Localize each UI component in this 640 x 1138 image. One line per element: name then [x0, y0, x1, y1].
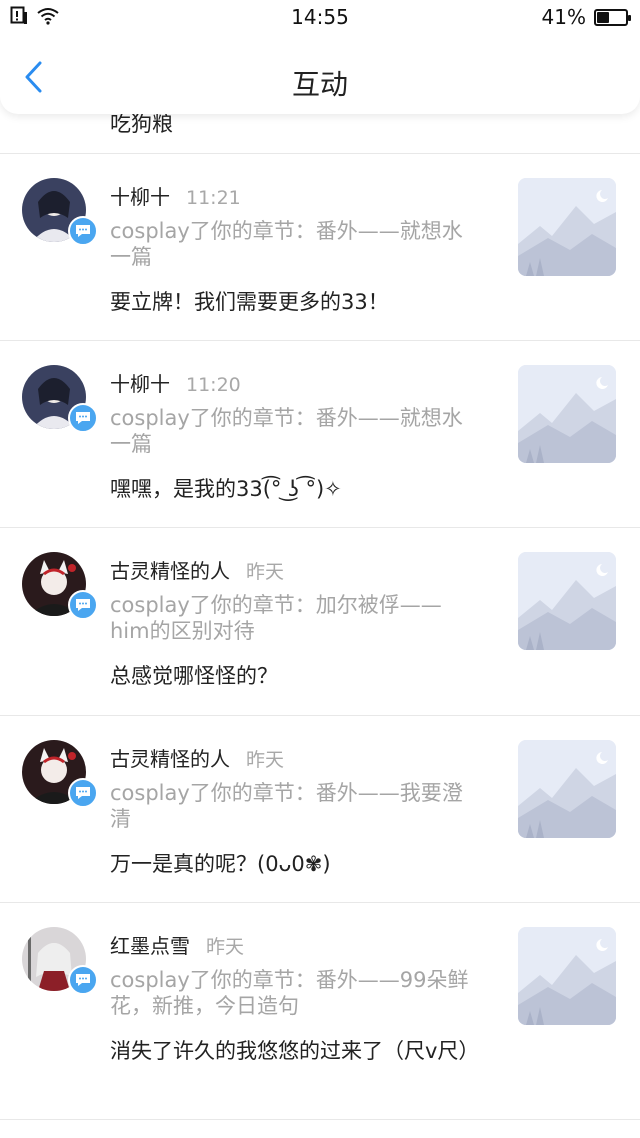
comment-text: 嘿嘿，是我的33(͡° ͜ʖ ͡°)✧ — [110, 477, 342, 501]
placeholder-image-icon — [518, 927, 616, 1025]
chapter-subtitle: cosplay了你的章节：番外——就想水一篇 — [110, 219, 463, 269]
username[interactable]: 十柳十 — [110, 181, 170, 210]
list-item[interactable]: 红墨点雪 昨天 cosplay了你的章节：番外——99朵鲜花，新推，今日造句 消… — [0, 903, 640, 1119]
name-row: 十柳十 11:21 — [110, 181, 241, 210]
list-item[interactable]: 古灵精怪的人 昨天 cosplay了你的章节：番外——我要澄清 万一是真的呢？(… — [0, 716, 640, 903]
chapter-thumbnail[interactable] — [518, 178, 616, 276]
placeholder-image-icon — [518, 552, 616, 650]
comment-text: 总感觉哪怪怪的？ — [110, 664, 278, 688]
avatar[interactable] — [22, 365, 98, 435]
placeholder-image-icon — [518, 178, 616, 276]
comment-badge-icon — [68, 403, 98, 433]
status-bar: 14:55 41% — [0, 0, 640, 34]
name-row: 十柳十 11:20 — [110, 368, 241, 397]
chapter-thumbnail[interactable] — [518, 552, 616, 650]
username[interactable]: 古灵精怪的人 — [110, 555, 230, 584]
chapter-thumbnail[interactable] — [518, 740, 616, 838]
chapter-subtitle: cosplay了你的章节：加尔被俘——him的区别对待 — [110, 593, 442, 643]
status-icons-right: 41% — [541, 5, 631, 29]
chapter-subtitle: cosplay了你的章节：番外——我要澄清 — [110, 781, 463, 831]
chapter-subtitle: cosplay了你的章节：番外——就想水一篇 — [110, 406, 463, 456]
username[interactable]: 红墨点雪 — [110, 930, 190, 959]
battery-percent: 41% — [541, 5, 586, 29]
divider — [0, 1119, 640, 1120]
placeholder-image-icon — [518, 740, 616, 838]
avatar[interactable] — [22, 552, 98, 622]
battery-level — [597, 11, 610, 23]
timestamp: 昨天 — [206, 936, 245, 958]
timestamp: 昨天 — [246, 561, 285, 583]
comment-badge-icon — [68, 590, 98, 620]
chapter-thumbnail[interactable] — [518, 365, 616, 463]
chapter-thumbnail[interactable] — [518, 927, 616, 1025]
timestamp: 11:20 — [186, 374, 241, 396]
timestamp: 11:21 — [186, 187, 241, 209]
avatar[interactable] — [22, 740, 98, 810]
placeholder-image-icon — [518, 365, 616, 463]
avatar[interactable] — [22, 178, 98, 248]
battery-icon — [594, 8, 631, 26]
name-row: 古灵精怪的人 昨天 — [110, 555, 284, 584]
comment-badge-icon — [68, 778, 98, 808]
username[interactable]: 古灵精怪的人 — [110, 743, 230, 772]
avatar[interactable] — [22, 927, 98, 997]
comment-text: 要立牌！我们需要更多的33！ — [110, 290, 389, 314]
chapter-subtitle: cosplay了你的章节：番外——99朵鲜花，新推，今日造句 — [110, 968, 469, 1018]
comment-badge-icon — [68, 965, 98, 995]
list-item[interactable]: 十柳十 11:21 cosplay了你的章节：番外——就想水一篇 要立牌！我们需… — [0, 154, 640, 341]
comment-text: 消失了许久的我悠悠的过来了（尺v尺） — [110, 1039, 480, 1063]
timestamp: 昨天 — [246, 749, 285, 771]
nav-header: 互动 — [0, 34, 640, 114]
username[interactable]: 十柳十 — [110, 368, 170, 397]
page-title: 互动 — [291, 68, 348, 101]
name-row: 古灵精怪的人 昨天 — [110, 743, 284, 772]
comment-badge-icon — [68, 216, 98, 246]
comment-text: 万一是真的呢？(0ᴗ0✾) — [110, 852, 331, 876]
list-item[interactable]: 古灵精怪的人 昨天 cosplay了你的章节：加尔被俘——him的区别对待 总感… — [0, 528, 640, 715]
name-row: 红墨点雪 昨天 — [110, 930, 244, 959]
list-item[interactable]: 十柳十 11:20 cosplay了你的章节：番外——就想水一篇 嘿嘿，是我的3… — [0, 341, 640, 528]
